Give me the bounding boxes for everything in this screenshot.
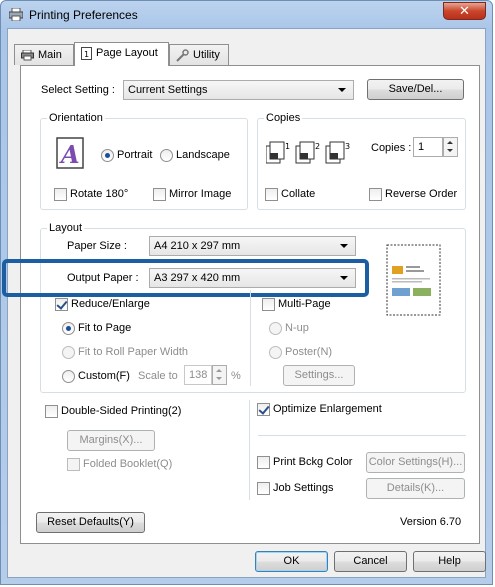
horizontal-divider: [258, 435, 466, 436]
reduce-enlarge-label: Reduce/Enlarge: [71, 298, 150, 310]
cancel-button[interactable]: Cancel: [334, 551, 407, 572]
landscape-label: Landscape: [176, 149, 230, 161]
poster-label: Poster(N): [285, 346, 333, 358]
custom-label: Custom(F): [78, 370, 130, 382]
rotate-180-checkbox[interactable]: [54, 188, 67, 201]
percent-label: %: [231, 370, 241, 382]
fit-to-page-label: Fit to Page: [78, 322, 132, 334]
spin-up-icon: [447, 141, 453, 144]
portrait-radio[interactable]: [101, 149, 114, 162]
fit-roll-paper-label: Fit to Roll Paper Width: [78, 346, 189, 358]
printer-icon: [9, 8, 23, 21]
print-bckg-color-label: Print Bckg Color: [273, 456, 353, 468]
ok-button[interactable]: OK: [255, 551, 328, 572]
portrait-label: Portrait: [117, 149, 153, 161]
folded-booklet-checkbox[interactable]: [67, 458, 80, 471]
svg-text:1: 1: [285, 142, 290, 151]
mirror-image-checkbox[interactable]: [153, 188, 166, 201]
rotate-180-label: Rotate 180°: [70, 188, 129, 200]
mirror-image-label: Mirror Image: [169, 188, 232, 200]
collate-pages-icon: 1 2 3: [266, 141, 350, 164]
n-up-radio[interactable]: [269, 322, 282, 335]
printer-icon: [21, 49, 34, 61]
poster-radio[interactable]: [269, 346, 282, 359]
window-title: Printing Preferences: [29, 8, 138, 22]
collate-checkbox[interactable]: [265, 188, 278, 201]
custom-radio[interactable]: [62, 370, 75, 383]
svg-text:1: 1: [84, 50, 89, 59]
job-settings-checkbox[interactable]: [257, 482, 270, 495]
select-setting-dropdown[interactable]: Current Settings: [123, 80, 354, 100]
print-bckg-color-checkbox[interactable]: [257, 456, 270, 469]
svg-text:A: A: [59, 140, 80, 169]
landscape-radio[interactable]: [160, 149, 173, 162]
copies-label: Copies :: [371, 142, 412, 154]
layout-settings-button[interactable]: Settings...: [283, 365, 355, 386]
fit-to-page-radio[interactable]: [62, 322, 75, 335]
scale-spinner[interactable]: [212, 365, 227, 385]
wrench-icon: [176, 48, 189, 62]
paper-size-label: Paper Size :: [67, 240, 127, 252]
scale-input[interactable]: 138: [184, 365, 212, 385]
double-sided-checkbox[interactable]: [45, 405, 58, 418]
reverse-order-label: Reverse Order: [385, 188, 458, 200]
paper-size-dropdown[interactable]: A4 210 x 297 mm: [149, 236, 356, 256]
tab-page-layout[interactable]: 1 Page Layout: [74, 42, 169, 66]
spin-down-icon: [216, 377, 222, 380]
svg-text:2: 2: [315, 142, 320, 151]
select-setting-label: Select Setting :: [41, 84, 115, 96]
spin-down-icon: [447, 149, 453, 152]
layout-divider: [250, 290, 251, 386]
portrait-orientation-icon: A: [56, 137, 84, 169]
chevron-down-icon: [340, 244, 348, 248]
title-bar[interactable]: Printing Preferences ✕: [1, 1, 492, 29]
reverse-order-checkbox[interactable]: [369, 188, 382, 201]
scale-to-label: Scale to: [138, 370, 178, 382]
multi-page-checkbox[interactable]: [262, 298, 275, 311]
folded-booklet-label: Folded Booklet(Q): [83, 458, 173, 470]
page-icon: 1: [81, 46, 92, 60]
svg-text:3: 3: [345, 142, 350, 151]
close-button[interactable]: ✕: [443, 2, 486, 20]
page-preview-icon: [386, 244, 441, 316]
optimize-enlargement-checkbox[interactable]: [257, 403, 270, 416]
save-del-button[interactable]: Save/Del...: [367, 79, 464, 100]
lower-divider: [249, 400, 250, 500]
fit-roll-paper-radio[interactable]: [62, 346, 75, 359]
reduce-enlarge-checkbox[interactable]: [55, 298, 68, 311]
margins-button[interactable]: Margins(X)...: [67, 430, 155, 451]
collate-label: Collate: [281, 188, 316, 200]
output-paper-highlight: [2, 259, 369, 297]
tab-main[interactable]: Main: [14, 44, 74, 65]
reset-defaults-button[interactable]: Reset Defaults(Y): [36, 512, 145, 533]
version-label: Version 6.70: [400, 516, 462, 528]
optimize-enlargement-label: Optimize Enlargement: [273, 403, 382, 415]
tab-utility[interactable]: Utility: [169, 44, 229, 65]
details-button[interactable]: Details(K)...: [366, 478, 465, 499]
copies-spinner[interactable]: [443, 137, 458, 157]
spin-up-icon: [216, 369, 222, 372]
n-up-label: N-up: [285, 322, 309, 334]
double-sided-label: Double-Sided Printing(2): [61, 405, 182, 417]
help-button[interactable]: Help: [413, 551, 486, 572]
chevron-down-icon: [338, 88, 346, 92]
color-settings-button[interactable]: Color Settings(H)...: [366, 452, 465, 473]
multi-page-label: Multi-Page: [278, 298, 331, 310]
copies-input[interactable]: 1: [413, 137, 443, 157]
job-settings-label: Job Settings: [273, 482, 334, 494]
